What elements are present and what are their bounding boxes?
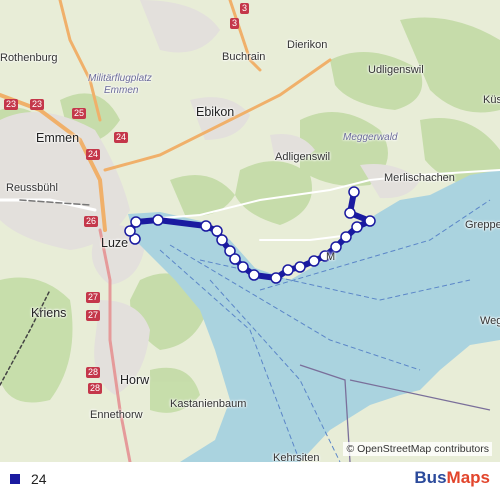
place-label: Udligenswil: [368, 64, 424, 76]
bus-stop-marker[interactable]: [216, 234, 228, 246]
place-label: Greppe: [465, 219, 500, 231]
bus-stop-marker[interactable]: [364, 215, 376, 227]
bus-stop-marker[interactable]: [270, 272, 282, 284]
map-view[interactable]: Rothenburg Militärflugplatz Emmen Emmen …: [0, 0, 500, 462]
place-label: Kriens: [31, 306, 67, 320]
road-number: 28: [88, 383, 103, 394]
place-label: Dierikon: [287, 39, 328, 51]
bus-stop-marker[interactable]: [348, 186, 360, 198]
place-label: Luze: [101, 236, 129, 250]
bus-stop-marker[interactable]: [308, 255, 320, 267]
bus-stop-marker[interactable]: [340, 231, 352, 243]
place-label: Emmen: [104, 85, 139, 96]
place-label: Merlischachen: [384, 172, 455, 184]
place-label: M: [326, 251, 336, 263]
place-label: Militärflugplatz: [88, 73, 152, 84]
place-label: Rothenburg: [0, 52, 58, 64]
road-number: 23: [4, 99, 19, 110]
place-label: Buchrain: [222, 51, 266, 63]
place-label: Ebikon: [196, 105, 235, 119]
bus-stop-marker[interactable]: [124, 225, 136, 237]
bus-stop-marker[interactable]: [248, 269, 260, 281]
place-label: Adligenswil: [275, 151, 331, 163]
bus-stop-marker[interactable]: [237, 261, 249, 273]
brand-part-1: Bus: [414, 468, 447, 487]
road-number: 23: [30, 99, 45, 110]
busmaps-logo[interactable]: BusMaps: [414, 468, 490, 488]
brand-part-2: Maps: [446, 468, 490, 487]
map-canvas[interactable]: [0, 0, 500, 462]
road-number: 27: [86, 292, 101, 303]
road-number: 3: [230, 18, 240, 29]
place-label: Ennethorw: [90, 409, 143, 421]
bus-stop-marker[interactable]: [351, 221, 363, 233]
route-color-swatch: [10, 474, 20, 484]
bus-stop-marker[interactable]: [344, 207, 356, 219]
road-number: 24: [114, 132, 129, 143]
place-label: Küs: [483, 94, 500, 106]
bus-stop-marker[interactable]: [282, 264, 294, 276]
bus-stop-marker[interactable]: [229, 253, 241, 265]
place-label: Kehrsiten: [273, 452, 320, 462]
road-number: 24: [86, 149, 101, 160]
legend-bar: 24 BusMaps: [0, 462, 500, 500]
place-label: Horw: [120, 373, 150, 387]
bus-stop-marker[interactable]: [200, 220, 212, 232]
map-attribution[interactable]: © OpenStreetMap contributors: [343, 442, 492, 456]
road-number: 28: [86, 367, 101, 378]
place-label: Reussbühl: [6, 182, 58, 194]
road-number: 26: [84, 216, 99, 227]
place-label: Kastanienbaum: [170, 398, 247, 410]
route-label: 24: [31, 471, 47, 487]
road-number: 27: [86, 310, 101, 321]
place-label: Weg: [480, 315, 500, 327]
bus-stop-marker[interactable]: [294, 261, 306, 273]
place-label: Emmen: [36, 131, 80, 145]
bus-stop-marker[interactable]: [152, 214, 164, 226]
bus-stop-marker[interactable]: [130, 216, 142, 228]
road-number: 25: [72, 108, 87, 119]
place-label: Meggerwald: [343, 132, 398, 143]
road-number: 3: [240, 3, 250, 14]
